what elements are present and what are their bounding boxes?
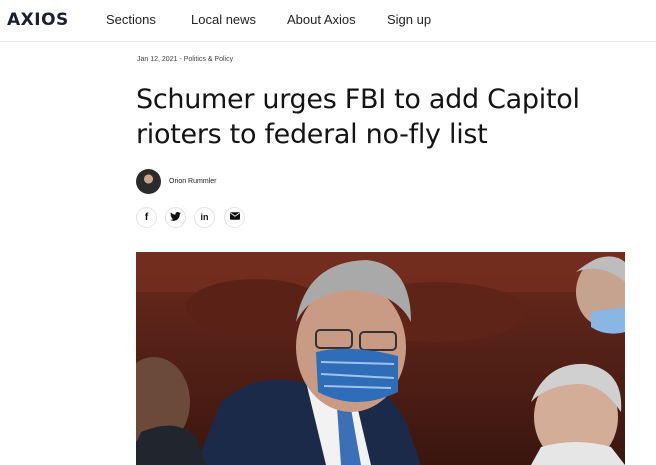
email-share-button[interactable] <box>224 207 245 228</box>
top-navigation: AXIOS Sections Local news About Axios Si… <box>0 0 656 42</box>
nav-sections[interactable]: Sections <box>106 12 156 27</box>
twitter-share-button[interactable] <box>165 207 186 228</box>
author-avatar <box>136 168 161 194</box>
facebook-share-button[interactable]: f <box>136 207 157 228</box>
nav-about-axios[interactable]: About Axios <box>287 12 356 27</box>
article-meta: Jan 12, 2021 - Politics & Policy <box>137 56 234 63</box>
linkedin-icon: in <box>200 212 209 222</box>
facebook-icon: f <box>144 211 149 223</box>
hero-photo <box>136 252 625 465</box>
twitter-icon <box>170 211 181 224</box>
axios-logo[interactable]: AXIOS <box>7 10 69 30</box>
email-icon <box>229 212 240 223</box>
byline: Orion Rummler <box>136 168 216 194</box>
nav-sign-up[interactable]: Sign up <box>387 12 431 27</box>
author-name[interactable]: Orion Rummler <box>169 178 216 185</box>
nav-local-news[interactable]: Local news <box>191 12 256 27</box>
article-headline: Schumer urges FBI to add Capitol rioters… <box>136 84 580 150</box>
linkedin-share-button[interactable]: in <box>194 207 215 228</box>
